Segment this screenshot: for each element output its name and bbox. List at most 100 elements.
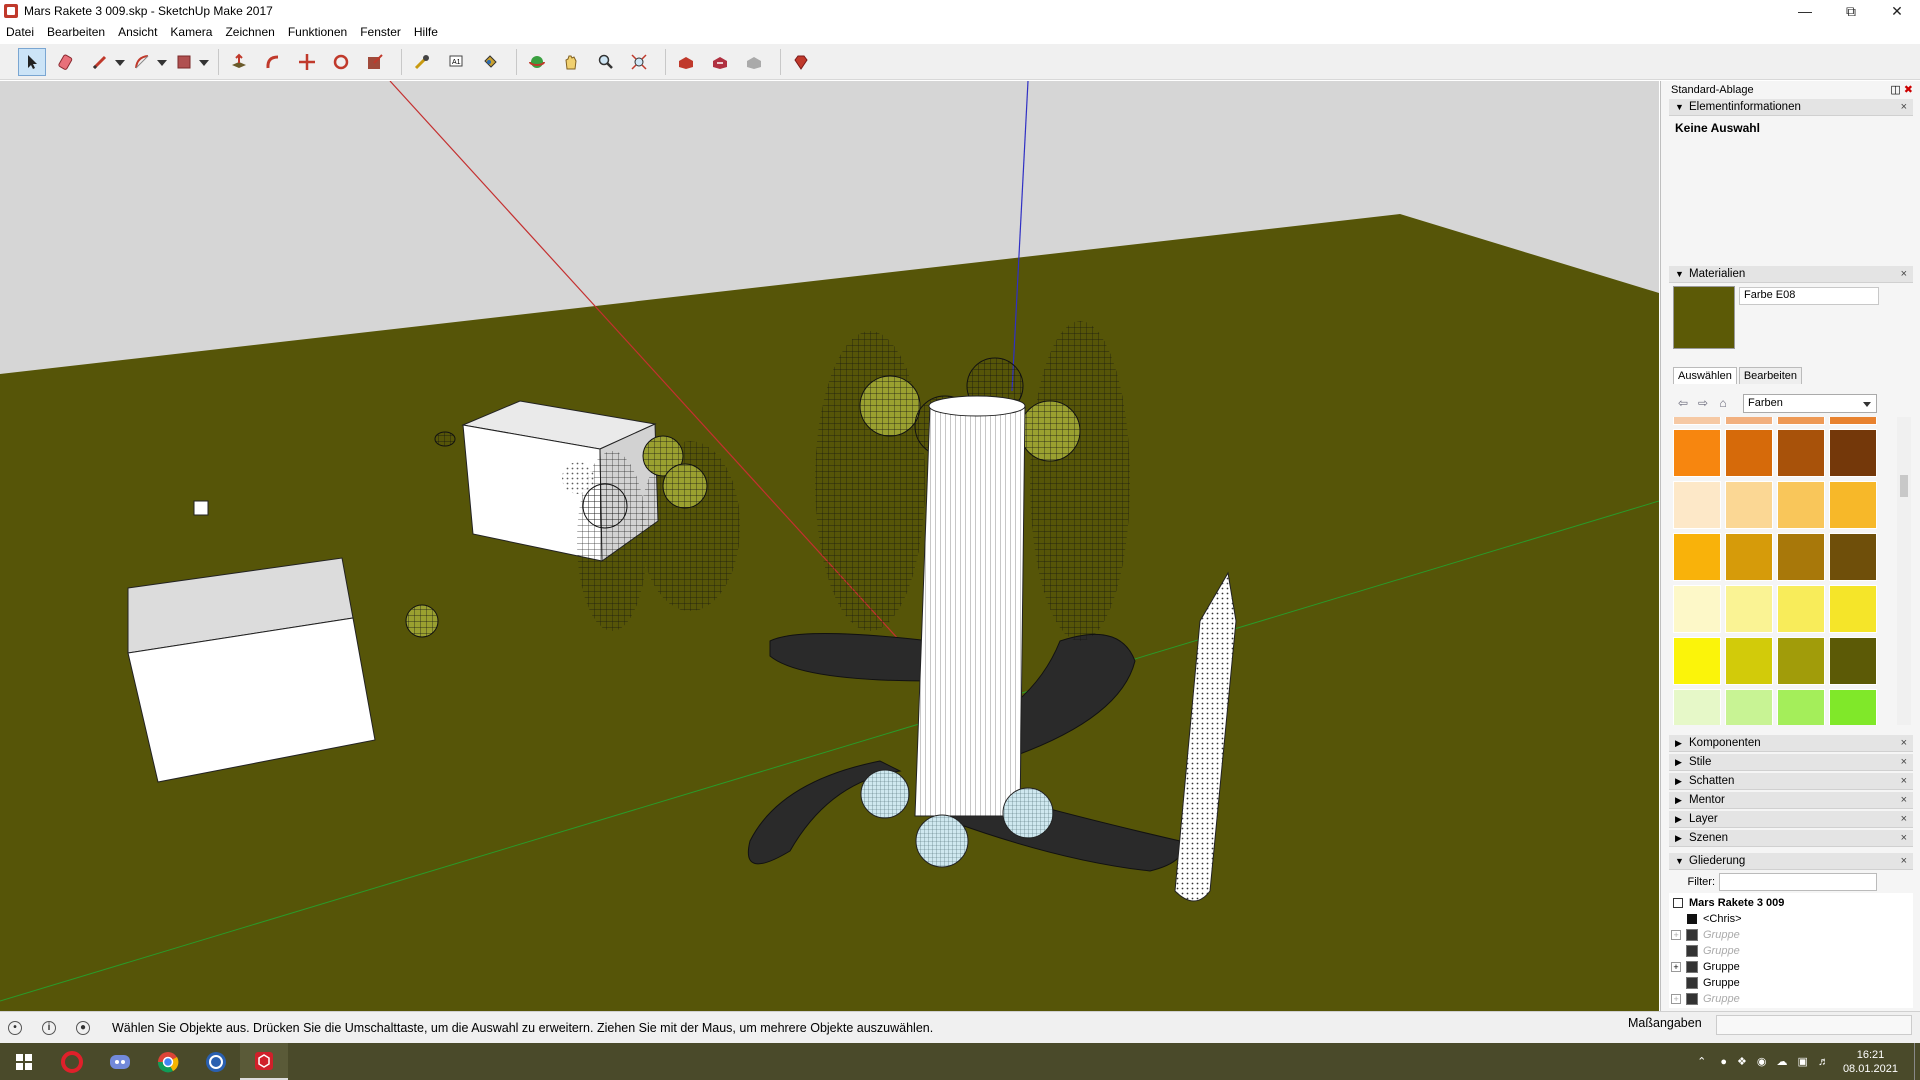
current-material-swatch[interactable] <box>1673 286 1735 349</box>
credits-icon[interactable]: i <box>42 1020 56 1035</box>
tray-pin-icon[interactable]: ◫ ✖ <box>1890 81 1913 99</box>
home-icon[interactable]: ⌂ <box>1713 394 1733 412</box>
outliner-item[interactable]: Gruppe <box>1686 943 1740 959</box>
zoom-tool-button[interactable] <box>591 48 619 76</box>
menu-ansicht[interactable]: Ansicht <box>118 25 157 39</box>
color-swatch[interactable] <box>1777 429 1825 477</box>
color-swatch[interactable] <box>1673 637 1721 685</box>
user-icon[interactable]: ● <box>76 1020 90 1035</box>
chrome-icon[interactable] <box>144 1043 192 1080</box>
expand-icon[interactable]: + <box>1671 994 1681 1004</box>
color-swatch[interactable] <box>1829 481 1877 529</box>
color-swatch[interactable] <box>1673 585 1721 633</box>
chevron-up-icon[interactable]: ⌃ <box>1697 1055 1706 1068</box>
color-swatch[interactable] <box>1673 417 1721 425</box>
sketchup-icon[interactable] <box>240 1043 288 1080</box>
outliner-item[interactable]: + Gruppe <box>1671 991 1740 1007</box>
opera-icon[interactable] <box>48 1043 96 1080</box>
share-model-tool-button[interactable] <box>706 48 734 76</box>
restore-button[interactable]: ⧉ <box>1828 0 1874 22</box>
color-swatch[interactable] <box>1777 637 1825 685</box>
close-icon[interactable]: × <box>1901 792 1907 809</box>
close-icon[interactable]: × <box>1901 735 1907 752</box>
rotate-tool-button[interactable] <box>327 48 355 76</box>
arc-tool-button[interactable] <box>128 48 167 76</box>
section-outliner[interactable]: ▼ Gliederung × <box>1669 853 1913 870</box>
blue-app-icon[interactable] <box>192 1043 240 1080</box>
orbit-tool-button[interactable] <box>523 48 551 76</box>
outliner-item[interactable]: <Chris> <box>1687 911 1742 927</box>
library-select[interactable]: Farben <box>1743 394 1877 413</box>
select-tool-button[interactable] <box>18 47 46 76</box>
menu-datei[interactable]: Datei <box>6 25 34 39</box>
minimize-button[interactable]: — <box>1782 0 1828 22</box>
line-tool-button[interactable] <box>86 48 125 76</box>
tray-discord-icon[interactable]: ◉ <box>1757 1055 1767 1068</box>
color-swatch[interactable] <box>1777 689 1825 725</box>
section-element-info[interactable]: ▼ Elementinformationen × <box>1669 99 1913 116</box>
menu-hilfe[interactable]: Hilfe <box>414 25 438 39</box>
windows-start-icon[interactable] <box>0 1043 48 1080</box>
tray-cloud-icon[interactable]: ☁ <box>1777 1055 1788 1068</box>
color-swatch[interactable] <box>1777 481 1825 529</box>
discord-icon[interactable] <box>96 1043 144 1080</box>
move-tool-button[interactable] <box>293 48 321 76</box>
close-icon[interactable]: × <box>1901 853 1907 870</box>
volume-icon[interactable]: ♬ <box>1818 1056 1829 1068</box>
color-swatch[interactable] <box>1673 689 1721 725</box>
color-swatch[interactable] <box>1673 533 1721 581</box>
tape-measure-tool-button[interactable] <box>408 48 436 76</box>
color-swatch[interactable] <box>1829 637 1877 685</box>
menu-funktionen[interactable]: Funktionen <box>288 25 347 39</box>
follow-me-tool-button[interactable] <box>259 48 287 76</box>
menu-bearbeiten[interactable]: Bearbeiten <box>47 25 105 39</box>
rectangle-tool-button[interactable] <box>170 48 209 76</box>
section-stile[interactable]: ▶ Stile × <box>1669 754 1913 771</box>
color-swatch[interactable] <box>1725 637 1773 685</box>
color-swatch[interactable] <box>1829 429 1877 477</box>
tab-select[interactable]: Auswählen <box>1673 367 1737 384</box>
clock[interactable]: 16:21 08.01.2021 <box>1843 1048 1898 1076</box>
filter-input[interactable] <box>1719 873 1877 891</box>
eraser-tool-button[interactable] <box>52 48 80 76</box>
color-swatch[interactable] <box>1725 533 1773 581</box>
color-swatch[interactable] <box>1673 429 1721 477</box>
color-swatch[interactable] <box>1777 533 1825 581</box>
ruby-tool-button[interactable] <box>787 48 815 76</box>
color-swatch[interactable] <box>1829 533 1877 581</box>
swatch-scrollbar[interactable] <box>1897 417 1911 725</box>
section-materials[interactable]: ▼ Materialien × <box>1669 266 1913 283</box>
section-szenen[interactable]: ▶ Szenen × <box>1669 830 1913 847</box>
color-swatch[interactable] <box>1673 481 1721 529</box>
material-name-field[interactable]: Farbe E08 <box>1739 287 1879 305</box>
tab-edit[interactable]: Bearbeiten <box>1738 367 1803 384</box>
color-swatch[interactable] <box>1725 429 1773 477</box>
zoom-extents-tool-button[interactable] <box>625 48 653 76</box>
measurements-input[interactable] <box>1716 1015 1912 1035</box>
pan-tool-button[interactable] <box>557 48 585 76</box>
outliner-item[interactable]: Gruppe <box>1686 975 1740 991</box>
push-pull-tool-button[interactable] <box>225 48 253 76</box>
color-swatch[interactable] <box>1829 689 1877 725</box>
expand-icon[interactable]: + <box>1671 962 1681 972</box>
section-schatten[interactable]: ▶ Schatten × <box>1669 773 1913 790</box>
show-desktop-button[interactable] <box>1914 1043 1920 1080</box>
color-swatch[interactable] <box>1829 417 1877 425</box>
close-icon[interactable]: × <box>1901 773 1907 790</box>
section-komponenten[interactable]: ▶ Komponenten × <box>1669 735 1913 752</box>
close-icon[interactable]: × <box>1901 99 1907 116</box>
color-swatch[interactable] <box>1725 585 1773 633</box>
color-swatch[interactable] <box>1777 585 1825 633</box>
outliner-item[interactable]: + Gruppe <box>1671 927 1740 943</box>
menu-zeichnen[interactable]: Zeichnen <box>225 25 274 39</box>
scale-tool-button[interactable] <box>361 48 389 76</box>
close-button[interactable]: ✕ <box>1874 0 1920 22</box>
paint-bucket-tool-button[interactable] <box>476 48 504 76</box>
color-swatch[interactable] <box>1829 585 1877 633</box>
text-tool-button[interactable]: A1 <box>442 48 470 76</box>
color-swatch[interactable] <box>1725 417 1773 425</box>
close-icon[interactable]: × <box>1901 811 1907 828</box>
extension-warehouse-tool-button[interactable] <box>740 48 768 76</box>
tray-app-icon[interactable]: ● <box>1720 1056 1727 1068</box>
back-arrow-icon[interactable]: ⇦ <box>1673 394 1693 412</box>
